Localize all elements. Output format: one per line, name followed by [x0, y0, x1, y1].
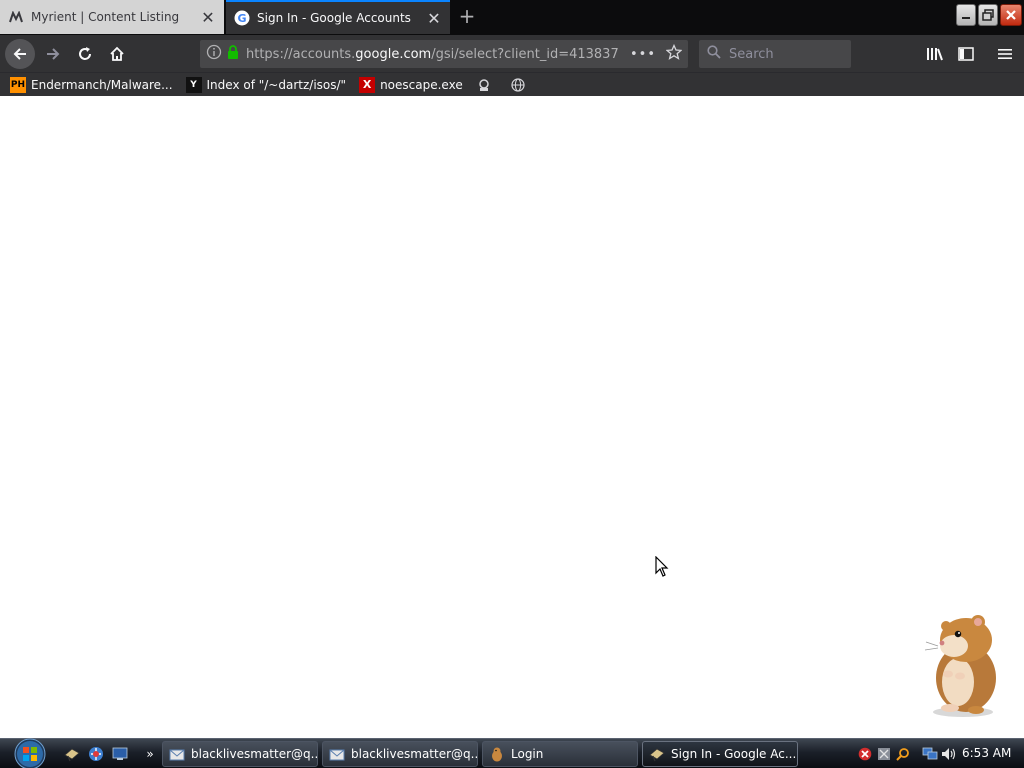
- search-placeholder: Search: [729, 46, 774, 62]
- browser-app-icon: [649, 746, 665, 762]
- library-icon: [927, 48, 943, 61]
- bookmark-star-icon[interactable]: [665, 43, 683, 64]
- bookmark-noescape[interactable]: X noescape.exe: [359, 76, 463, 93]
- new-tab-button[interactable]: +: [456, 6, 478, 28]
- search-icon: [707, 45, 721, 63]
- mail-app-icon: [169, 746, 185, 762]
- tray-app-icon[interactable]: [875, 745, 893, 763]
- taskbar-button-google-sign-in[interactable]: Sign In - Google Ac...: [642, 741, 798, 767]
- clock[interactable]: 6:53 AM: [962, 746, 1011, 760]
- bookmark-5[interactable]: [510, 77, 531, 93]
- info-icon[interactable]: [206, 44, 222, 64]
- tab-title: Myrient | Content Listing: [31, 10, 180, 24]
- myrient-icon: [8, 9, 24, 25]
- windows-taskbar: » blacklivesmatter@q... blacklivesmatter…: [0, 738, 1024, 768]
- search-tray-icon[interactable]: [894, 745, 912, 763]
- close-window-button[interactable]: [1000, 4, 1022, 26]
- bookmark-favicon-icon: [476, 77, 492, 93]
- network-icon[interactable]: [921, 745, 939, 763]
- menu-button[interactable]: [990, 39, 1020, 69]
- mouse-cursor-icon: [655, 556, 669, 577]
- forward-button[interactable]: [38, 39, 68, 69]
- taskbar-button-label: blacklivesmatter@q...: [351, 747, 478, 761]
- page-actions-menu[interactable]: •••: [630, 47, 656, 62]
- page-content[interactable]: [0, 96, 1024, 738]
- lock-icon[interactable]: [226, 44, 240, 64]
- taskbar-button-label: Login: [511, 747, 544, 761]
- globe-icon: [510, 77, 526, 93]
- home-button[interactable]: [102, 39, 132, 69]
- hamburger-menu-icon: [998, 49, 1012, 59]
- bookmark-label: noescape.exe: [380, 77, 463, 92]
- yp-favicon-icon: Y: [185, 76, 202, 93]
- tab-title: Sign In - Google Accounts: [257, 11, 411, 25]
- home-icon: [110, 46, 124, 61]
- bookmark-endermanch[interactable]: PH Endermanch/Malware...: [10, 76, 173, 93]
- quicklaunch-browser-icon[interactable]: [62, 744, 82, 764]
- start-button[interactable]: [10, 735, 50, 768]
- quicklaunch-more-button[interactable]: »: [140, 744, 160, 764]
- tab-strip: Myrient | Content Listing ✕ G Sign In - …: [0, 0, 1024, 34]
- navigation-toolbar: https://accounts.google.com/gsi/select?c…: [0, 34, 1024, 72]
- search-input[interactable]: Search: [699, 40, 851, 68]
- back-arrow-icon: [13, 48, 26, 60]
- tab-google-sign-in[interactable]: G Sign In - Google Accounts ✕: [226, 0, 450, 34]
- url-text: https://accounts.google.com/gsi/select?c…: [246, 47, 624, 62]
- browser-window: Myrient | Content Listing ✕ G Sign In - …: [0, 0, 1024, 768]
- x-favicon-icon: X: [359, 76, 376, 93]
- close-tab-icon[interactable]: ✕: [200, 8, 216, 27]
- taskbar-button-login[interactable]: Login: [482, 741, 638, 767]
- sidebar-button[interactable]: [951, 39, 981, 69]
- library-button[interactable]: [920, 39, 950, 69]
- taskbar-button-mail-2[interactable]: blacklivesmatter@q...: [322, 741, 478, 767]
- reload-button[interactable]: [70, 39, 100, 69]
- quicklaunch-network-icon[interactable]: [86, 744, 106, 764]
- forward-arrow-icon: [47, 48, 60, 60]
- ph-favicon-icon: PH: [10, 76, 26, 93]
- taskbar-button-mail-1[interactable]: blacklivesmatter@q...: [162, 741, 318, 767]
- url-prefix: https://accounts.: [246, 46, 356, 62]
- bookmark-label: Index of "/~dartz/isos/": [206, 77, 347, 92]
- reload-icon: [79, 47, 91, 60]
- close-tab-icon[interactable]: ✕: [426, 9, 442, 28]
- bookmark-4[interactable]: [476, 77, 497, 93]
- url-bar[interactable]: https://accounts.google.com/gsi/select?c…: [200, 40, 688, 68]
- minimize-button[interactable]: [956, 4, 976, 26]
- hamster-app-icon: [489, 746, 505, 762]
- hamster-desktop-pet-icon[interactable]: [918, 612, 1008, 720]
- error-shield-icon[interactable]: [856, 745, 874, 763]
- quicklaunch-show-desktop-icon[interactable]: [110, 744, 130, 764]
- back-button[interactable]: [5, 39, 35, 69]
- bookmarks-toolbar: PH Endermanch/Malware... Y Index of "/~d…: [0, 72, 1024, 96]
- taskbar-button-label: blacklivesmatter@q...: [191, 747, 318, 761]
- mail-app-icon: [329, 746, 345, 762]
- url-path: /gsi/select?client_id=413837: [431, 46, 619, 62]
- svg-text:G: G: [237, 12, 246, 25]
- taskbar-button-label: Sign In - Google Ac...: [671, 747, 797, 761]
- bookmark-label: Endermanch/Malware...: [31, 77, 173, 92]
- bookmark-dartz-isos[interactable]: Y Index of "/~dartz/isos/": [185, 76, 347, 93]
- restore-button[interactable]: [978, 4, 998, 26]
- volume-icon[interactable]: [940, 745, 958, 763]
- tab-myrient[interactable]: Myrient | Content Listing ✕: [0, 0, 224, 34]
- url-domain: google.com: [355, 46, 432, 62]
- sidebar-icon: [958, 47, 974, 61]
- google-g-icon: G: [234, 10, 250, 26]
